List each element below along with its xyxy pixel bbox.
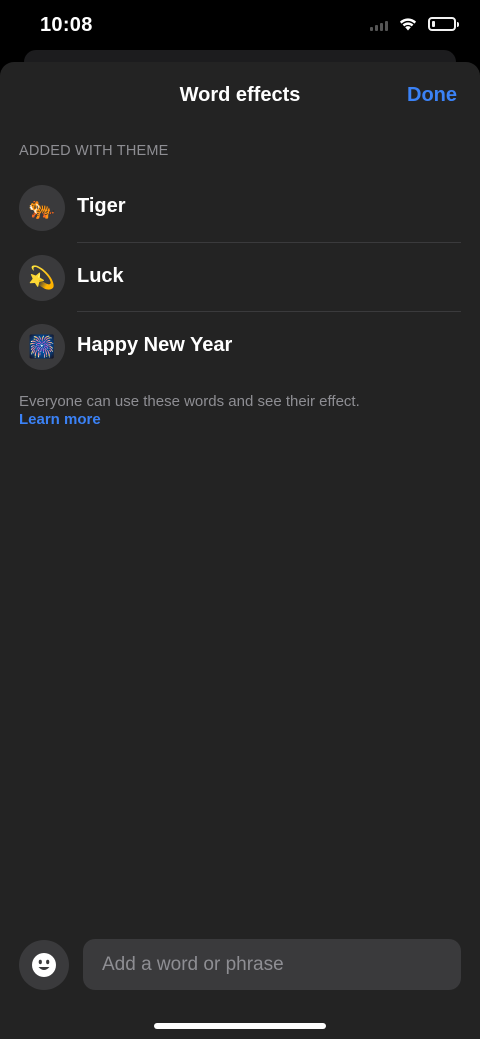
list-item-label: Happy New Year bbox=[77, 334, 233, 356]
done-button[interactable]: Done bbox=[407, 84, 457, 107]
home-indicator[interactable] bbox=[154, 1023, 326, 1029]
list-item-label: Luck bbox=[77, 264, 124, 287]
wifi-icon bbox=[399, 18, 417, 31]
list-item-happy-new-year[interactable]: 🎆 Happy New Year bbox=[0, 312, 480, 382]
status-bar: 10:08 bbox=[0, 0, 480, 52]
word-effects-list: 🐅 Tiger 💫 Luck 🎆 Happy New Year bbox=[0, 173, 480, 382]
status-icons bbox=[370, 16, 459, 31]
battery-level-fill bbox=[432, 20, 435, 27]
add-word-input[interactable] bbox=[83, 939, 461, 990]
word-effects-sheet: Word effects Done ADDED WITH THEME 🐅 Tig… bbox=[0, 62, 480, 1039]
list-item-luck[interactable]: 💫 Luck bbox=[0, 243, 480, 312]
smiley-face-icon bbox=[32, 953, 56, 977]
list-item-tiger[interactable]: 🐅 Tiger bbox=[0, 173, 480, 243]
section-header: ADDED WITH THEME bbox=[19, 143, 169, 159]
cellular-signal-icon bbox=[370, 17, 388, 31]
status-time: 10:08 bbox=[40, 14, 93, 36]
battery-low-icon bbox=[428, 16, 459, 31]
learn-more-link[interactable]: Learn more bbox=[19, 411, 101, 428]
footer-note: Everyone can use these words and see the… bbox=[19, 393, 360, 410]
list-item-label: Tiger bbox=[77, 195, 126, 217]
tiger-icon: 🐅 bbox=[19, 185, 65, 231]
emoji-button[interactable] bbox=[19, 940, 69, 990]
fireworks-icon: 🎆 bbox=[19, 324, 65, 370]
dizzy-star-icon: 💫 bbox=[19, 254, 65, 301]
